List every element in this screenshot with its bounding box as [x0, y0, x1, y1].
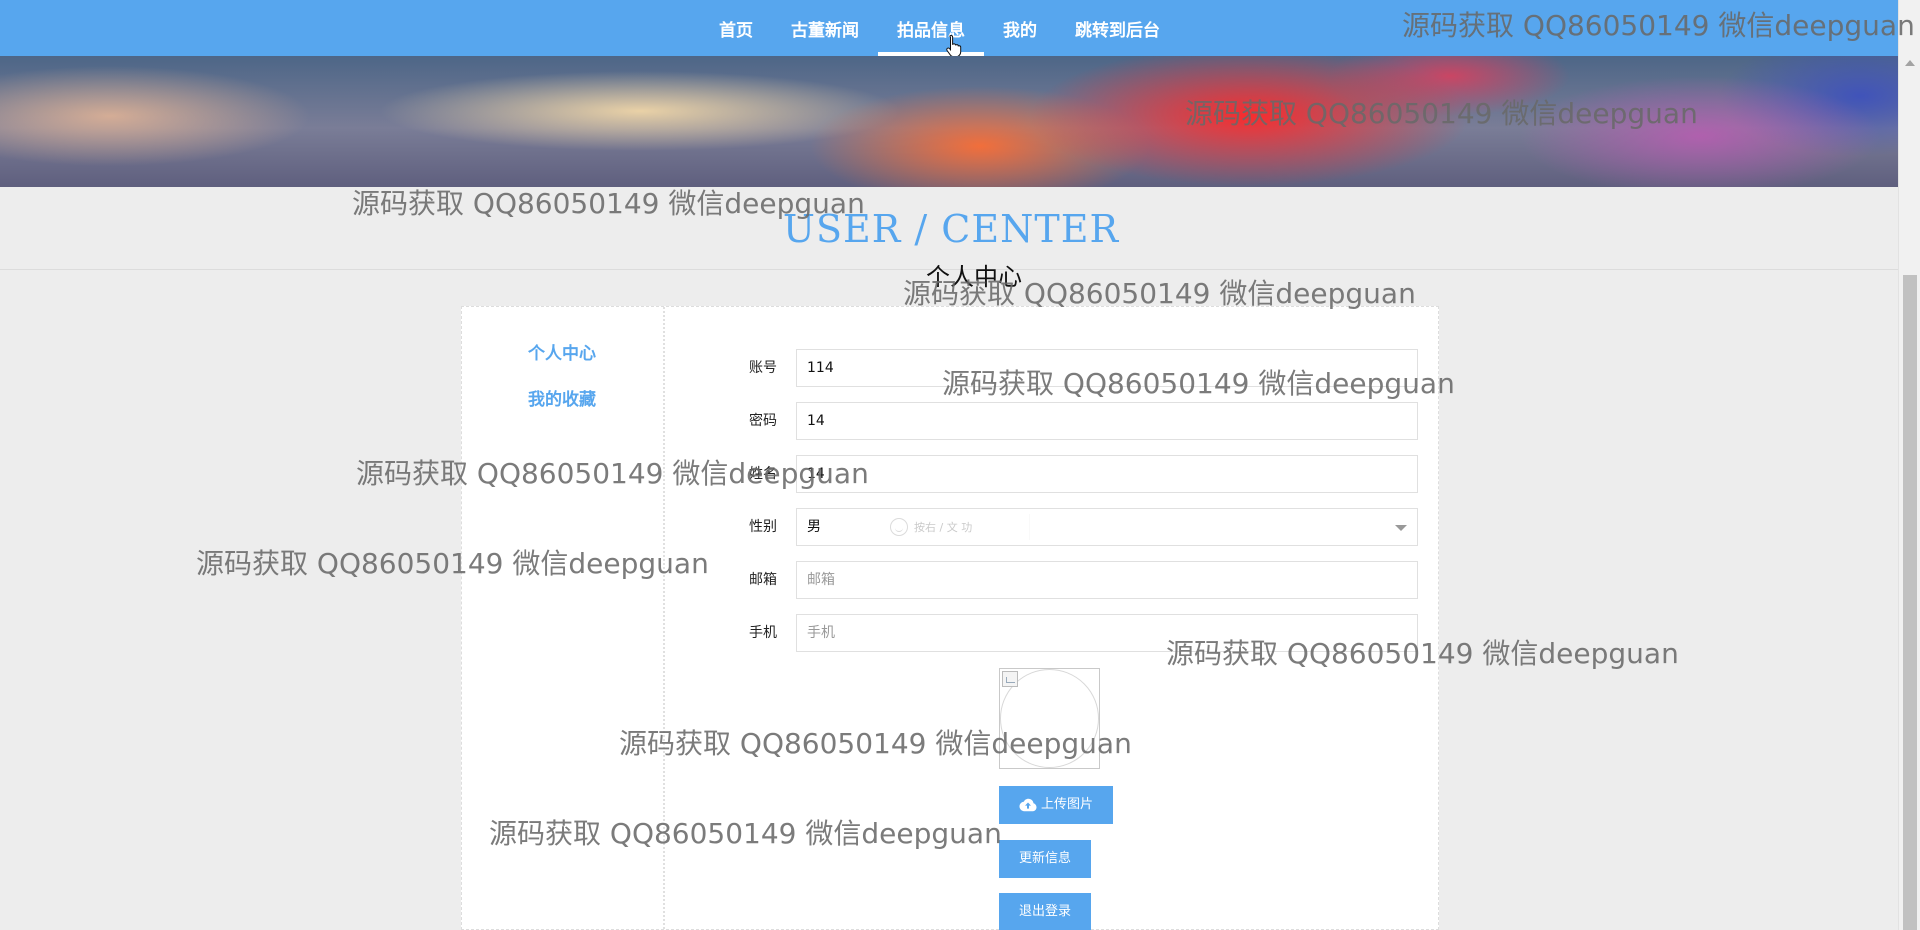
email-field[interactable]: [796, 561, 1418, 599]
update-info-button[interactable]: 更新信息: [999, 840, 1091, 878]
password-label: 密码: [749, 413, 777, 429]
nav-item-home[interactable]: 首页: [700, 0, 772, 56]
password-field[interactable]: [796, 402, 1418, 440]
phone-label: 手机: [749, 625, 777, 641]
page-scrollbar[interactable]: [1898, 0, 1920, 930]
name-field[interactable]: [796, 455, 1418, 493]
scroll-up-arrow-icon[interactable]: [1905, 60, 1915, 66]
section-subtitle: 个人中心: [926, 263, 1022, 291]
section-title: USER / CENTER: [782, 207, 1120, 251]
upload-image-button[interactable]: 上传图片: [999, 786, 1113, 824]
phone-field[interactable]: [796, 614, 1418, 652]
form-row-phone: 手机: [665, 614, 1440, 652]
side-nav-item-favorites[interactable]: 我的收藏: [462, 385, 662, 410]
select-overlay-hint: 按右 / 文 功: [890, 514, 1030, 540]
cloud-upload-icon: [1019, 798, 1037, 812]
nav-item-mine[interactable]: 我的: [984, 0, 1056, 56]
account-field[interactable]: [796, 349, 1418, 387]
nav-item-antique-news[interactable]: 古董新闻: [772, 0, 878, 56]
form-row-name: 姓名: [665, 455, 1440, 493]
avatar-preview: [999, 668, 1100, 769]
smile-icon: [890, 518, 908, 536]
header-banner-image: [0, 56, 1898, 187]
side-nav-item-user-center[interactable]: 个人中心: [462, 339, 662, 364]
section-header: USER / CENTER 个人中心: [0, 187, 1898, 291]
account-label: 账号: [749, 360, 777, 376]
form-row-email: 邮箱: [665, 561, 1440, 599]
upload-image-label: 上传图片: [1040, 797, 1093, 812]
broken-image-icon: [1002, 671, 1018, 687]
nav-item-admin[interactable]: 跳转到后台: [1056, 0, 1179, 56]
user-center-panel: 个人中心 我的收藏 账号 密码 姓名 性别 男 按右 / 文 功: [461, 306, 1439, 930]
form-row-gender: 性别 男 按右 / 文 功: [665, 508, 1440, 546]
select-overlay-text: 按右 / 文 功: [914, 521, 973, 534]
cursor-hand-icon: [946, 34, 962, 58]
name-label: 姓名: [749, 466, 777, 482]
form-row-account: 账号: [665, 349, 1440, 387]
chevron-down-icon: [1395, 525, 1407, 531]
side-nav: 个人中心 我的收藏: [462, 307, 665, 929]
email-label: 邮箱: [749, 572, 777, 588]
logout-button[interactable]: 退出登录: [999, 893, 1091, 930]
scrollbar-thumb[interactable]: [1903, 275, 1917, 930]
nav-menu: 首页 古董新闻 拍品信息 我的 跳转到后台: [700, 0, 1179, 56]
form-row-password: 密码: [665, 402, 1440, 440]
gender-selected-value: 男: [807, 519, 821, 535]
gender-label: 性别: [749, 519, 777, 535]
profile-form: 账号 密码 姓名 性别 男 按右 / 文 功 邮箱: [665, 307, 1440, 930]
nav-item-lot-info[interactable]: 拍品信息: [878, 0, 984, 56]
